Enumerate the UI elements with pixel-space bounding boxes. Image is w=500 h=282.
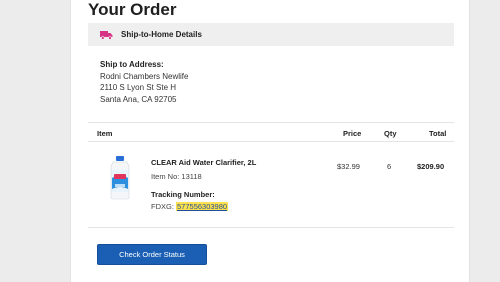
order-card: Your Order Ship-to-Home Details Ship to … — [70, 0, 470, 282]
ship-address-heading: Ship to Address: — [100, 60, 164, 69]
tracking-line: FDXG: 577556303980 — [151, 202, 229, 211]
truck-icon — [100, 30, 113, 40]
table-header: Item Price Qty Total — [88, 122, 454, 142]
ship-address-block: Ship to Address: Rodni Chambers Newlife … — [100, 59, 188, 105]
product-image[interactable] — [107, 156, 133, 200]
col-qty: Qty — [384, 129, 397, 138]
ship-street: 2110 S Lyon St Ste H — [100, 83, 177, 92]
product-price: $32.99 — [337, 162, 360, 171]
tracking-number-link[interactable]: 577556303980 — [176, 202, 229, 211]
page-title: Your Order — [88, 0, 177, 19]
col-item: Item — [97, 129, 113, 138]
divider — [88, 227, 454, 228]
product-total: $209.90 — [417, 162, 445, 171]
ship-name: Rodni Chambers Newlife — [100, 71, 189, 81]
product-item-number: Item No: 13118 — [151, 172, 202, 181]
ship-to-home-bar: Ship-to-Home Details — [88, 23, 454, 46]
product-qty: 6 — [387, 162, 392, 171]
tracking-heading: Tracking Number: — [151, 190, 215, 199]
col-price: Price — [343, 129, 362, 138]
tracking-carrier: FDXG: — [151, 202, 177, 211]
ship-city-state-zip: Santa Ana, CA 92705 — [100, 94, 177, 104]
product-name: CLEAR Aid Water Clarifier, 2L — [151, 158, 257, 167]
check-order-status-button[interactable]: Check Order Status — [97, 244, 207, 265]
col-total: Total — [429, 129, 447, 138]
ship-method-label: Ship-to-Home Details — [121, 30, 202, 39]
